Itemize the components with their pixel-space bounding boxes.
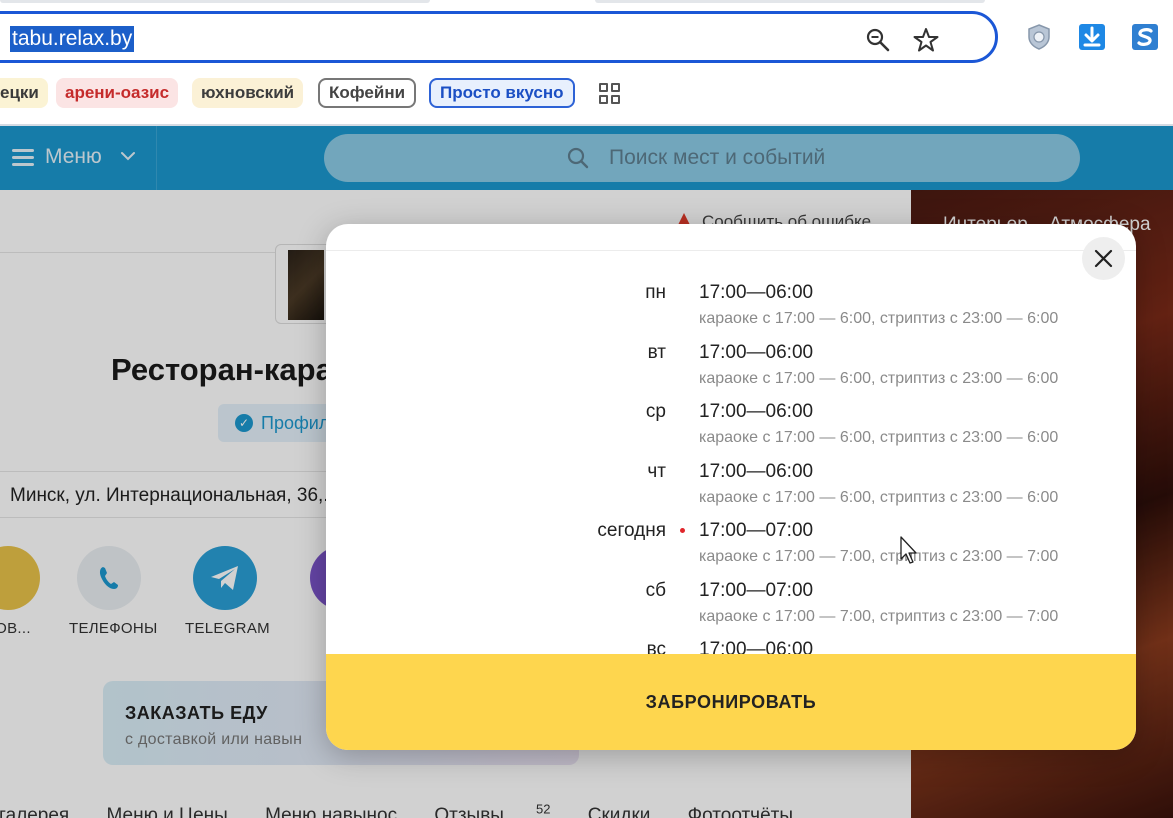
- browser-toolbar: tabu.relax.by ецки арени-оазис юхновский…: [0, 0, 1173, 126]
- schedule-day: сб: [645, 580, 666, 601]
- bookmark-item[interactable]: ецки: [0, 78, 48, 108]
- schedule-note: караоке с 17:00 — 6:00, стриптиз с 23:00…: [699, 310, 1059, 327]
- bookmark-item[interactable]: Просто вкусно: [429, 78, 575, 108]
- mouse-cursor-icon: [900, 536, 917, 564]
- close-button[interactable]: [1082, 237, 1125, 280]
- schedule-note: караоке с 17:00 — 6:00, стриптиз с 23:00…: [699, 489, 1059, 506]
- browser-tab[interactable]: [0, 0, 430, 3]
- address-bar[interactable]: tabu.relax.by: [0, 11, 998, 63]
- schedule-note: караоке с 17:00 — 6:00, стриптиз с 23:00…: [699, 429, 1059, 446]
- close-icon: [1094, 249, 1113, 268]
- download-icon[interactable]: [1077, 22, 1107, 52]
- schedule-note: караоке с 17:00 — 7:00, стриптиз с 23:00…: [699, 548, 1059, 565]
- bookmark-item[interactable]: арени-оазис: [56, 78, 179, 108]
- schedule-day: чт: [647, 461, 666, 482]
- schedule-day: вт: [647, 342, 666, 363]
- s-extension-icon[interactable]: [1130, 22, 1160, 52]
- schedule-hours: 17:00—07:00: [699, 520, 814, 541]
- book-button[interactable]: ЗАБРОНИРОВАТЬ: [326, 654, 1136, 750]
- zoom-icon[interactable]: [865, 27, 891, 53]
- hours-modal: пн 17:00—06:00 караоке с 17:00 — 6:00, стр…: [326, 224, 1136, 750]
- schedule-day: пн: [645, 282, 666, 303]
- apps-grid-icon[interactable]: [599, 83, 621, 105]
- bookmarks-bar: ецки арени-оазис юхновский Кофейни Прост…: [0, 76, 1173, 110]
- schedule-note: караоке с 17:00 — 7:00, стриптиз с 23:00…: [699, 608, 1059, 625]
- book-button-label: ЗАБРОНИРОВАТЬ: [645, 692, 817, 712]
- shield-extension-icon[interactable]: [1024, 22, 1054, 52]
- url-text[interactable]: tabu.relax.by: [10, 26, 135, 52]
- schedule-hours: 17:00—07:00: [699, 580, 814, 601]
- schedule-day: ср: [645, 401, 666, 422]
- schedule-note: караоке с 17:00 — 6:00, стриптиз с 23:00…: [699, 370, 1059, 387]
- schedule-list: пн 17:00—06:00 караоке с 17:00 — 6:00, стр…: [326, 224, 1136, 660]
- today-marker: [680, 528, 685, 533]
- browser-tab[interactable]: [595, 0, 985, 3]
- schedule-day: сегодня: [597, 520, 666, 541]
- bookmark-star-icon[interactable]: [913, 27, 939, 53]
- schedule-hours: 17:00—06:00: [699, 282, 814, 303]
- schedule-hours: 17:00—06:00: [699, 401, 814, 422]
- schedule-hours: 17:00—06:00: [699, 461, 814, 482]
- bookmark-item[interactable]: Кофейни: [318, 78, 417, 108]
- schedule-hours: 17:00—06:00: [699, 342, 814, 363]
- bookmark-item[interactable]: юхновский: [192, 78, 304, 108]
